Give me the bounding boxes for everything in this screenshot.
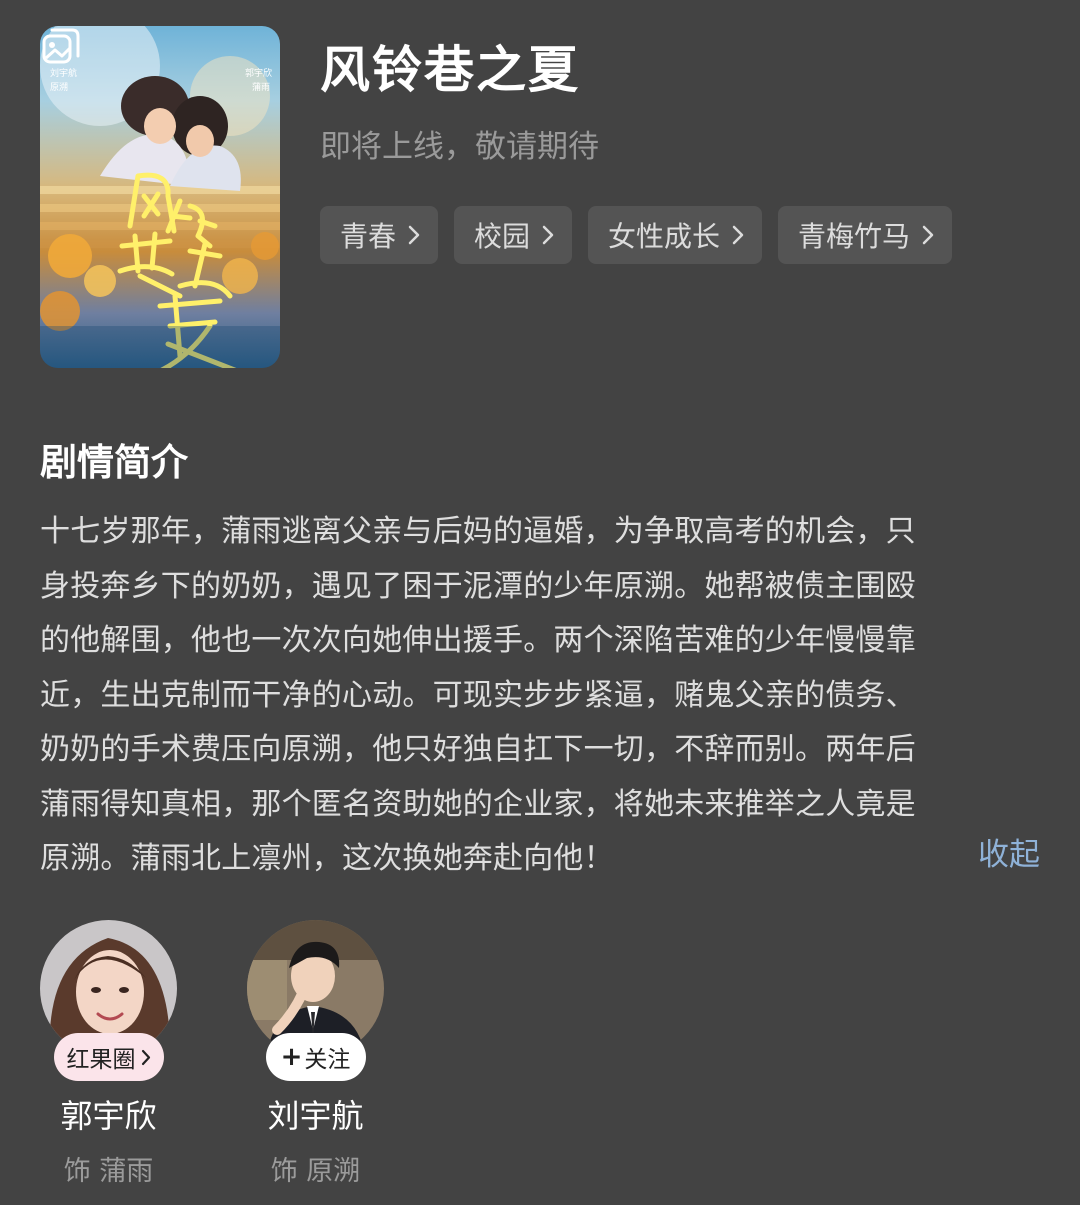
drama-detail-page: 刘宇航 原溯 郭宇欣 蒲雨 风铃巷之夏 即将上线，敬请期待 青春 校园 女性成长…	[0, 0, 1080, 1205]
tag-list: 青春 校园 女性成长 青梅竹马	[320, 206, 953, 264]
chevron-right-icon	[732, 225, 744, 245]
hongguo-circle-label: 红果圈	[66, 1047, 136, 1073]
tag-label: 女性成长	[608, 220, 721, 253]
cast-name: 郭宇欣	[60, 1097, 157, 1135]
collapse-button[interactable]: 收起	[978, 829, 1040, 874]
tag-label: 青梅竹马	[798, 220, 911, 253]
drama-poster[interactable]: 刘宇航 原溯 郭宇欣 蒲雨	[40, 26, 280, 368]
chevron-right-icon	[922, 225, 934, 245]
release-status: 即将上线，敬请期待	[320, 129, 599, 165]
poster-credit-left: 刘宇航	[50, 67, 77, 79]
gallery-icon[interactable]	[40, 26, 82, 68]
follow-label: 关注	[304, 1047, 351, 1073]
tag-label: 青春	[340, 220, 397, 253]
tag-label: 校园	[474, 220, 531, 253]
follow-button[interactable]: + 关注	[265, 1033, 366, 1081]
cast-member[interactable]: + 关注 刘宇航 饰 原溯	[247, 920, 384, 1188]
synopsis-line: 十七岁那年，蒲雨逃离父亲与后妈的逼婚，为争取高考的机会，只	[40, 514, 916, 549]
synopsis-heading: 剧情简介	[40, 441, 188, 484]
synopsis-line: 原溯。蒲雨北上凛州，这次换她奔赴向他！	[40, 841, 614, 876]
cast-name: 刘宇航	[267, 1097, 364, 1135]
cast-member[interactable]: 红果圈 郭宇欣 饰 蒲雨	[40, 920, 177, 1188]
plus-icon: +	[280, 1042, 303, 1072]
tag-female-growth[interactable]: 女性成长	[588, 206, 763, 264]
synopsis-line: 近，生出克制而干净的心动。可现实步步紧逼，赌鬼父亲的债务、	[40, 677, 916, 713]
poster-artwork: 刘宇航 原溯 郭宇欣 蒲雨	[40, 26, 280, 368]
poster-role-right: 蒲雨	[252, 81, 270, 93]
synopsis-line: 蒲雨得知真相，那个匿名资助她的企业家，将她未来推举之人竟是	[40, 786, 916, 822]
chevron-right-icon	[141, 1049, 150, 1065]
chevron-right-icon	[408, 225, 420, 245]
drama-title: 风铃巷之夏	[320, 41, 580, 99]
tag-campus[interactable]: 校园	[454, 206, 573, 264]
synopsis-line: 的他解围，他也一次次向她伸出援手。两个深陷苦难的少年慢慢靠	[40, 623, 916, 658]
cast-role: 饰 蒲雨	[63, 1156, 154, 1187]
tag-childhood-sweethearts[interactable]: 青梅竹马	[778, 206, 953, 264]
cast-list: 红果圈 郭宇欣 饰 蒲雨 + 关注 刘宇航 饰 原溯	[40, 920, 384, 1188]
poster-role-left: 原溯	[50, 81, 68, 93]
chevron-right-icon	[542, 225, 554, 245]
cast-role: 饰 原溯	[270, 1156, 361, 1187]
synopsis-line: 身投奔乡下的奶奶，遇见了困于泥潭的少年原溯。她帮被债主围殴	[40, 568, 916, 604]
tag-youth[interactable]: 青春	[320, 206, 439, 264]
synopsis-text: 十七岁那年，蒲雨逃离父亲与后妈的逼婚，为争取高考的机会，只 身投奔乡下的奶奶，遇…	[40, 505, 1040, 885]
poster-credit-right: 郭宇欣	[245, 67, 272, 79]
synopsis-line: 奶奶的手术费压向原溯，他只好独自扛下一切，不辞而别。两年后	[40, 732, 916, 767]
hongguo-circle-button[interactable]: 红果圈	[53, 1033, 164, 1081]
